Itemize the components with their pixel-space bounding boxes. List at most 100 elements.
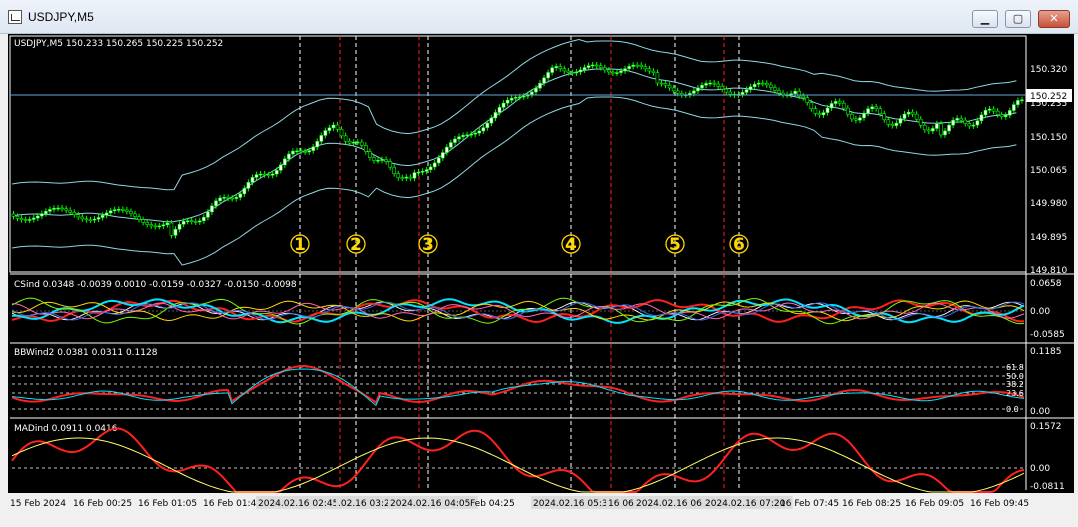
candle-body [781,92,785,95]
chart-area[interactable]: USDJPY,M5 150.233 150.265 150.225 150.25… [8,34,1074,511]
candle-body [756,82,761,85]
candle-body [283,158,287,166]
candle-body [935,123,939,129]
candle-body [647,68,652,72]
candle-body [979,114,984,122]
candle-body [671,87,676,92]
candle-body [845,107,850,115]
bbwind-header: BBWind2 0.0381 0.0311 0.1128 [14,348,158,358]
time-axis-label: 2024.02.16 05:35 [533,499,613,509]
candle-body [206,211,210,218]
candle-body [623,68,627,72]
madind-scale-min: -0.0811 [1030,482,1065,492]
current-price-label: 150.252 [1030,92,1067,102]
candle-body [728,91,733,95]
candle-body [266,174,271,177]
candlesticks [11,62,1024,239]
candle-body [951,119,955,126]
candle-body [214,200,218,207]
candle-body [404,176,409,179]
candle-body [1003,114,1008,117]
maximize-button[interactable]: ▢ [1005,10,1031,28]
candle-body [983,109,988,116]
fib-grid [12,366,1024,410]
candle-body [497,107,502,113]
candle-body [117,209,121,211]
candle-body [813,108,818,114]
candle-body [530,91,534,95]
candle-body [210,205,214,213]
candle-body [760,82,765,85]
candle-body [193,221,198,223]
main-pane-header: USDJPY,M5 150.233 150.265 150.225 150.25… [14,39,223,49]
time-axis[interactable]: 15 Feb 2024 16 Feb 00:25 16 Feb 01:05 16 Fe… [0,493,1078,523]
marker-4: 4 [565,235,577,255]
candle-body [44,211,48,214]
minimize-button[interactable]: ▁ [972,10,998,28]
close-button[interactable]: ✕ [1038,10,1070,28]
candle-body [23,219,28,221]
candle-body [773,87,777,91]
candle-body [667,84,672,89]
candle-body [886,119,891,125]
candle-body [181,221,186,225]
candle-body [141,219,145,223]
candle-body [890,124,895,126]
time-axis-label: 16 Feb 07:45 [780,499,839,509]
csind-header: CSind 0.0348 -0.0039 0.0010 -0.0159 -0.0… [14,280,297,290]
candle-body [80,216,85,220]
candle-body [218,197,222,202]
fib-level: 23.6 [1006,389,1024,398]
candle-body [902,113,907,119]
candle-body [465,134,469,137]
candle-body [234,197,239,199]
candle-body [995,110,1000,115]
window-title: USDJPY,M5 [28,10,94,24]
close-icon: ✕ [1049,12,1059,25]
bbwind-scale-max: 0.1185 [1030,347,1062,357]
marker-5: 5 [669,235,681,255]
candle-body [104,212,109,216]
candle-body [582,67,587,71]
candle-body [550,67,554,73]
madind-scale-max: 0.1572 [1030,422,1062,432]
window-titlebar: USDJPY,M5 ▁ ▢ ✕ [0,0,1078,34]
time-axis-label: 16 Feb 09:45 [970,499,1029,509]
candle-body [250,177,255,183]
candle-body [922,124,927,131]
candle-body [428,166,433,171]
candle-body [396,173,401,179]
candle-body [1007,110,1012,116]
candle-body [521,95,526,98]
candle-body [319,135,324,142]
candle-body [943,130,947,136]
candle-body [574,71,579,74]
candle-body [862,112,866,119]
chart-canvas[interactable]: USDJPY,M5 150.233 150.265 150.225 150.25… [8,34,1074,511]
csind-scale-zero: 0.00 [1030,307,1050,317]
candle-body [323,130,328,136]
candle-body [173,229,178,236]
csind-scale-max: 0.0658 [1030,279,1062,289]
candle-body [825,107,830,113]
candle-body [704,83,708,86]
candle-body [926,129,931,132]
candle-body [635,64,640,67]
candle-body [1012,104,1016,111]
candle-body [700,84,704,89]
marker-1: 1 [294,235,306,255]
lower-band [11,96,1017,266]
candle-body [651,70,656,73]
candle-body [987,108,992,111]
candle-body [607,69,611,73]
time-axis-label: 2024.02.16 02:45 [258,499,338,509]
candle-body [619,70,623,73]
candle-body [594,64,599,67]
candle-body [295,150,299,153]
time-axis-label: 16 06 [608,499,634,509]
candle-body [469,133,473,136]
fib-level: 38.2 [1006,380,1024,389]
candle-body [64,208,68,211]
candle-body [177,223,182,230]
candle-body [189,220,194,223]
